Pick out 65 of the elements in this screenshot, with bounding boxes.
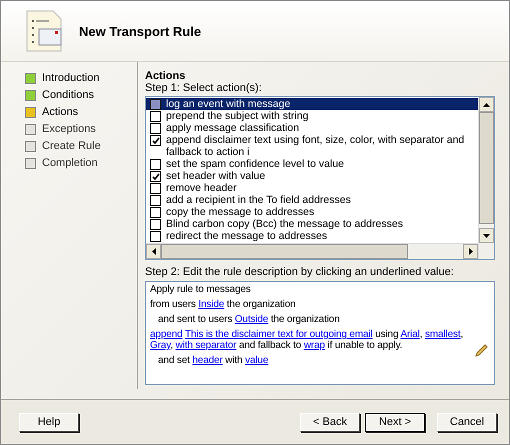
checkbox[interactable] [150, 135, 161, 146]
pencil-icon[interactable] [474, 344, 488, 358]
action-item[interactable]: log an event with message [146, 98, 478, 110]
scroll-left-button[interactable] [146, 244, 161, 259]
checkbox[interactable] [150, 183, 161, 194]
value-link[interactable]: header [192, 355, 223, 366]
action-item[interactable]: set the spam confidence level to value [146, 158, 478, 170]
step1-label: Step 1: Select action(s): [145, 82, 263, 94]
action-item[interactable]: set header with value [146, 170, 478, 182]
checkbox[interactable] [150, 159, 161, 170]
step-label: Conditions [42, 89, 94, 101]
action-item[interactable]: Blind carbon copy (Bcc) the message to addresses [146, 218, 478, 230]
value-link[interactable]: smallest [424, 329, 460, 340]
value-link[interactable]: with separator [176, 340, 236, 351]
checkbox[interactable] [150, 111, 161, 122]
description-line: and set header with value [157, 355, 270, 366]
action-item[interactable]: prepend the subject with string [146, 110, 478, 122]
step-label: Completion [42, 157, 98, 169]
description-line: and sent to users Outside the organization [157, 314, 341, 325]
action-item[interactable]: copy the message to addresses [146, 206, 478, 218]
value-link[interactable]: Outside [234, 314, 268, 325]
description-line: Apply rule to messages [150, 284, 252, 295]
checkbox[interactable] [150, 207, 161, 218]
checkbox[interactable] [150, 123, 161, 134]
help-button[interactable]: Help [19, 412, 79, 432]
action-item[interactable]: remove header [146, 182, 478, 194]
checkbox[interactable] [150, 231, 161, 242]
checkbox[interactable] [150, 195, 161, 206]
step-label: Create Rule [42, 140, 101, 152]
scroll-right-button[interactable] [463, 244, 478, 259]
description-line: append This is the disclaimer text for outgoing email using Arial, smallest, Gray, with separator and fallback to wrap if unable to apply. [150, 329, 464, 351]
section-title: Actions [145, 70, 186, 82]
down-triangle-icon [483, 234, 490, 238]
scrollbar-corner [478, 243, 494, 259]
scroll-down-button[interactable] [479, 228, 494, 243]
step-label: Introduction [42, 72, 100, 84]
step2-label: Step 2: Edit the rule description by clicking an underlined value: [145, 266, 455, 278]
right-triangle-icon [468, 248, 472, 255]
value-link[interactable]: append [150, 329, 182, 340]
value-link[interactable]: Arial [400, 329, 420, 340]
description-line: from users Inside the organization [150, 299, 297, 310]
next-button[interactable]: Next > [365, 412, 425, 432]
scrollbar-thumb[interactable] [161, 244, 408, 259]
value-link[interactable]: Gray [150, 340, 170, 351]
value-link[interactable]: value [245, 355, 268, 366]
up-triangle-icon [483, 102, 490, 106]
window-title: New Transport Rule [79, 24, 202, 38]
horizontal-scrollbar[interactable] [146, 243, 478, 259]
step-label: Exceptions [42, 123, 96, 135]
scroll-up-button[interactable] [479, 97, 494, 112]
left-triangle-icon [152, 248, 156, 255]
action-item[interactable]: apply message classification [146, 122, 478, 134]
step-label: Actions [42, 106, 78, 118]
checkbox[interactable] [150, 171, 161, 182]
action-item[interactable]: redirect the message to addresses [146, 230, 478, 242]
value-link[interactable]: Inside [198, 299, 224, 310]
checkbox[interactable] [150, 219, 161, 230]
value-link[interactable]: wrap [304, 340, 325, 351]
scrollbar-thumb[interactable] [479, 112, 494, 224]
checkbox[interactable] [150, 99, 161, 110]
back-button[interactable]: < Back [300, 412, 360, 432]
cancel-button[interactable]: Cancel [437, 412, 497, 432]
vertical-scrollbar[interactable] [478, 97, 494, 243]
value-link[interactable]: This is the disclaimer text for outgoing email [184, 329, 373, 340]
action-item[interactable]: add a recipient in the To field addresses [146, 194, 478, 206]
